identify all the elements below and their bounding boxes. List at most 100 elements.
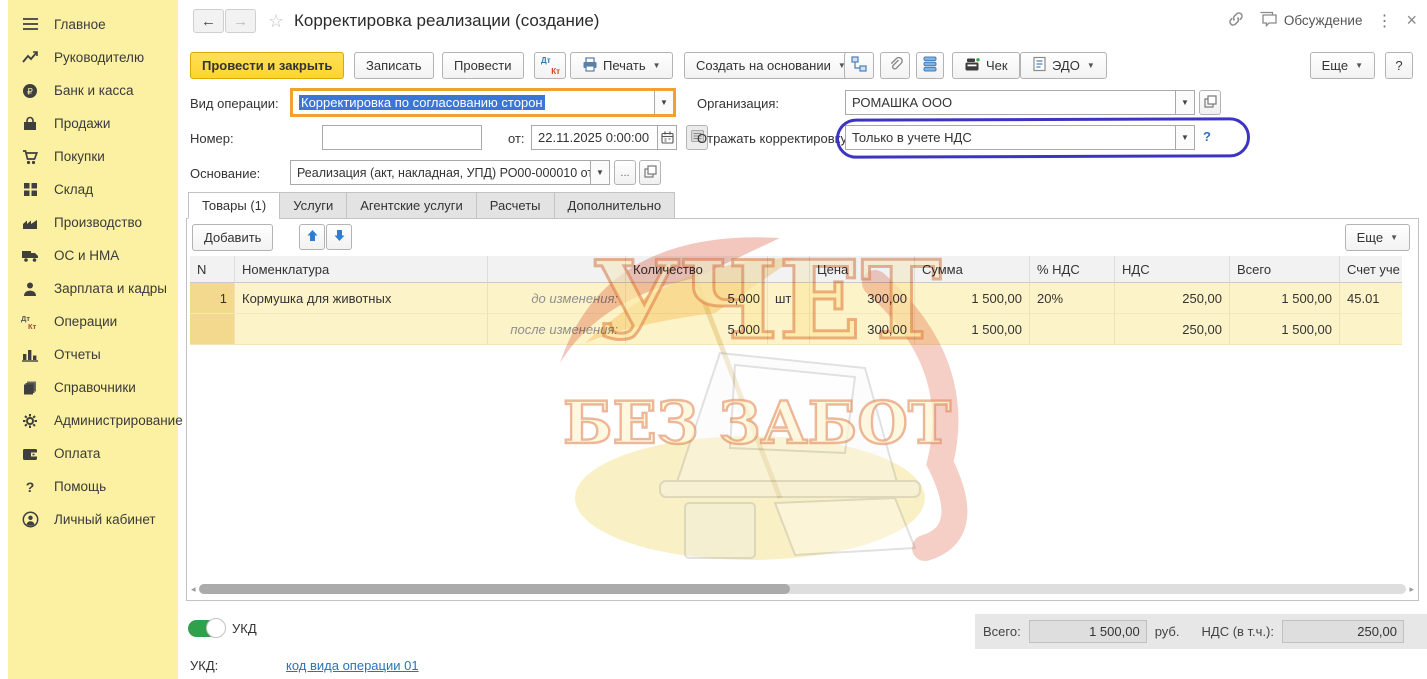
sidebar-item-directories[interactable]: Справочники <box>8 371 178 404</box>
organization-field[interactable]: РОМАШКА ООО ▼ <box>845 90 1195 115</box>
cell-price[interactable]: 300,00 <box>810 283 915 314</box>
basis-dropdown-icon[interactable]: ▼ <box>590 161 609 184</box>
col-nomenclature[interactable]: Номенклатура <box>235 256 488 283</box>
col-total[interactable]: Всего <box>1230 256 1340 283</box>
horizontal-scrollbar[interactable]: ◂ ▸ <box>191 583 1414 595</box>
toolbar-help-button[interactable]: ? <box>1385 52 1413 79</box>
sidebar-item-account[interactable]: Личный кабинет <box>8 503 178 536</box>
cell-sum[interactable]: 1 500,00 <box>915 314 1030 345</box>
organization-dropdown-icon[interactable]: ▼ <box>1175 91 1194 114</box>
check-button[interactable]: Чек <box>952 52 1020 79</box>
dtkt-postings-button[interactable]: ДтКт <box>534 52 566 79</box>
cell-total[interactable]: 1 500,00 <box>1230 314 1340 345</box>
sidebar-item-manager[interactable]: Руководителю <box>8 41 178 74</box>
basis-field[interactable]: Реализация (акт, накладная, УПД) РО00-00… <box>290 160 610 185</box>
edo-button[interactable]: ЭДО▼ <box>1020 52 1107 79</box>
col-price[interactable]: Цена <box>810 256 915 283</box>
sidebar-item-warehouse[interactable]: Склад <box>8 173 178 206</box>
link-icon[interactable] <box>1227 10 1245 31</box>
cell-unit[interactable]: шт <box>768 283 810 314</box>
sidebar-item-payroll[interactable]: Зарплата и кадры <box>8 272 178 305</box>
operation-type-dropdown-icon[interactable]: ▼ <box>654 91 673 114</box>
cell-sum[interactable]: 1 500,00 <box>915 283 1030 314</box>
cell-price[interactable]: 300,00 <box>810 314 915 345</box>
scroll-right-icon[interactable]: ▸ <box>1406 584 1414 595</box>
cell-account[interactable] <box>1340 314 1402 345</box>
reflect-adjustment-field[interactable]: Только в учете НДС ▼ <box>845 125 1195 150</box>
sidebar-item-sales[interactable]: Продажи <box>8 107 178 140</box>
favorite-star-icon[interactable]: ☆ <box>268 11 284 32</box>
calendar-icon[interactable] <box>657 126 676 149</box>
save-button[interactable]: Записать <box>354 52 434 79</box>
basis-ellipsis-button[interactable]: ... <box>614 160 636 185</box>
tab-goods[interactable]: Товары (1) <box>188 192 279 219</box>
cell-quantity[interactable]: 5,000 <box>626 283 768 314</box>
cell-nomenclature[interactable] <box>235 314 488 345</box>
forward-button[interactable]: → <box>225 9 256 33</box>
registers-button[interactable] <box>916 52 944 79</box>
attachments-button[interactable] <box>880 52 910 79</box>
table-row-after[interactable]: после изменения: 5,000 300,00 1 500,00 2… <box>190 314 1404 345</box>
sidebar-item-administration[interactable]: Администрирование <box>8 404 178 437</box>
cell-unit[interactable] <box>768 314 810 345</box>
sidebar-item-reports[interactable]: Отчеты <box>8 338 178 371</box>
col-vat-rate[interactable]: % НДС <box>1030 256 1115 283</box>
sidebar-item-operations[interactable]: ДтКт Операции <box>8 305 178 338</box>
col-modifier[interactable] <box>488 256 626 283</box>
create-from-button[interactable]: Создать на основании▼ <box>684 52 858 79</box>
move-down-button[interactable] <box>326 224 352 250</box>
post-button[interactable]: Провести <box>442 52 524 79</box>
col-sum[interactable]: Сумма <box>915 256 1030 283</box>
add-row-button[interactable]: Добавить <box>192 224 273 251</box>
reflect-help-link[interactable]: ? <box>1203 129 1211 144</box>
col-unit[interactable] <box>768 256 810 283</box>
toolbar-more-button[interactable]: Еще▼ <box>1310 52 1375 79</box>
related-documents-button[interactable] <box>844 52 874 79</box>
tab-agent-services[interactable]: Агентские услуги <box>346 192 476 219</box>
col-vat[interactable]: НДС <box>1115 256 1230 283</box>
cell-vat-rate[interactable] <box>1030 314 1115 345</box>
tab-additional[interactable]: Дополнительно <box>554 192 676 219</box>
cell-n[interactable] <box>190 314 235 345</box>
grid-more-button[interactable]: Еще▼ <box>1345 224 1410 251</box>
scrollbar-track[interactable] <box>199 584 1406 594</box>
ukd-toggle[interactable] <box>188 620 224 637</box>
table-row-before[interactable]: 1 Кормушка для животных до изменения: 5,… <box>190 283 1404 314</box>
scroll-left-icon[interactable]: ◂ <box>191 584 199 595</box>
operation-type-field[interactable]: Корректировка по согласованию сторон ▼ <box>290 88 676 117</box>
move-up-button[interactable] <box>299 224 325 250</box>
close-icon[interactable]: × <box>1406 10 1417 31</box>
tab-services[interactable]: Услуги <box>279 192 346 219</box>
sidebar-item-main[interactable]: Главное <box>8 8 178 41</box>
col-n[interactable]: N <box>190 256 235 283</box>
cell-vat-rate[interactable]: 20% <box>1030 283 1115 314</box>
sidebar-item-help[interactable]: ? Помощь <box>8 470 178 503</box>
cell-quantity[interactable]: 5,000 <box>626 314 768 345</box>
kebab-menu-icon[interactable]: ⋮ <box>1376 11 1392 31</box>
cell-n[interactable]: 1 <box>190 283 235 314</box>
col-account[interactable]: Счет уче <box>1340 256 1402 283</box>
cell-account[interactable]: 45.01 <box>1340 283 1402 314</box>
cell-total[interactable]: 1 500,00 <box>1230 283 1340 314</box>
col-quantity[interactable]: Количество <box>626 256 768 283</box>
sidebar-item-purchases[interactable]: Покупки <box>8 140 178 173</box>
cell-nomenclature[interactable]: Кормушка для животных <box>235 283 488 314</box>
cell-vat[interactable]: 250,00 <box>1115 314 1230 345</box>
reflect-dropdown-icon[interactable]: ▼ <box>1175 126 1194 149</box>
sidebar-item-fixed-assets[interactable]: ОС и НМА <box>8 239 178 272</box>
print-button[interactable]: Печать▼ <box>570 52 673 79</box>
sidebar-item-bank[interactable]: ₽ Банк и касса <box>8 74 178 107</box>
number-field[interactable] <box>322 125 482 150</box>
post-and-close-button[interactable]: Провести и закрыть <box>190 52 344 79</box>
toggle-knob[interactable] <box>206 618 226 638</box>
organization-open-button[interactable] <box>1199 90 1221 115</box>
discussion-button[interactable]: Обсуждение <box>1259 11 1363 30</box>
back-button[interactable]: ← <box>193 9 224 33</box>
tab-settlements[interactable]: Расчеты <box>476 192 554 219</box>
basis-open-button[interactable] <box>639 160 661 185</box>
scrollbar-thumb[interactable] <box>199 584 790 594</box>
sidebar-item-payment[interactable]: Оплата <box>8 437 178 470</box>
ukd-operation-code-link[interactable]: код вида операции 01 <box>286 658 419 673</box>
cell-vat[interactable]: 250,00 <box>1115 283 1230 314</box>
sidebar-item-production[interactable]: Производство <box>8 206 178 239</box>
